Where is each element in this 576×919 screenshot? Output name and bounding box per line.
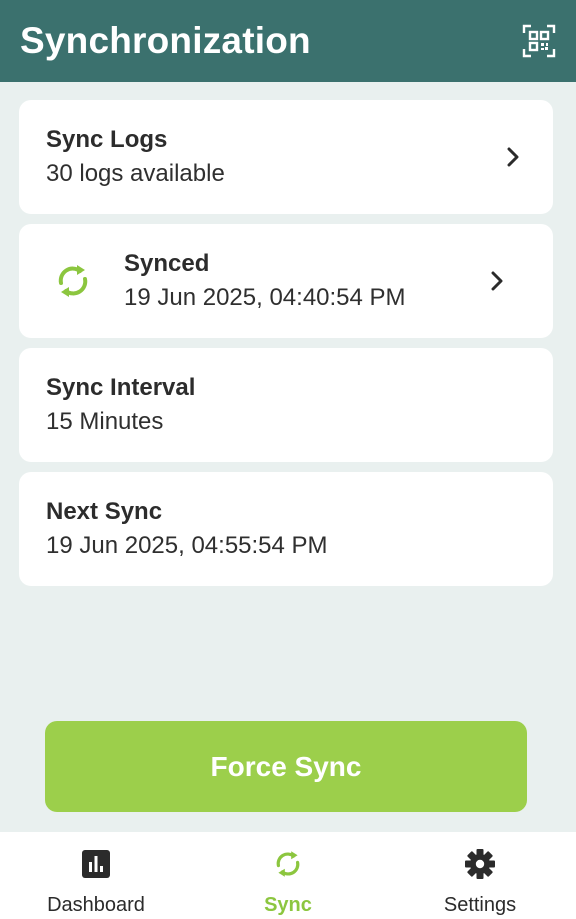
next-sync-time: 19 Jun 2025, 04:55:54 PM [46,532,328,559]
qr-code-scan-icon [522,24,556,58]
sync-logs-count: 30 logs available [46,160,225,187]
sync-logs-card[interactable]: Sync Logs 30 logs available [19,100,553,214]
app-bar: Synchronization [0,0,576,82]
next-sync-card: Next Sync 19 Jun 2025, 04:55:54 PM [19,472,553,586]
sync-interval-value: 15 Minutes [46,408,164,435]
page-title: Synchronization [20,20,311,61]
bottom-nav: Dashboard Sync Settings [0,832,576,919]
gear-icon [462,846,498,882]
sync-status-title: Synced [124,250,210,277]
nav-item-sync[interactable]: Sync [192,832,384,919]
next-sync-title: Next Sync [46,498,163,525]
qr-scan-button[interactable] [522,24,556,58]
sync-logs-title: Sync Logs [46,126,168,153]
nav-label-dashboard: Dashboard [47,894,145,916]
force-sync-button[interactable]: Force Sync [45,721,527,812]
nav-item-settings[interactable]: Settings [384,832,576,919]
sync-icon [50,258,96,304]
nav-item-dashboard[interactable]: Dashboard [0,832,192,919]
sync-interval-card: Sync Interval 15 Minutes [19,348,553,462]
bar-chart-icon [78,846,114,882]
nav-label-sync: Sync [264,894,312,916]
chevron-right-icon [487,271,507,291]
chevron-right-icon [503,147,523,167]
nav-label-settings: Settings [443,894,517,916]
sync-status-card[interactable]: Synced 19 Jun 2025, 04:40:54 PM [19,224,553,338]
last-sync-time: 19 Jun 2025, 04:40:54 PM [124,284,406,311]
sync-interval-title: Sync Interval [46,374,196,401]
sync-icon [270,846,306,882]
